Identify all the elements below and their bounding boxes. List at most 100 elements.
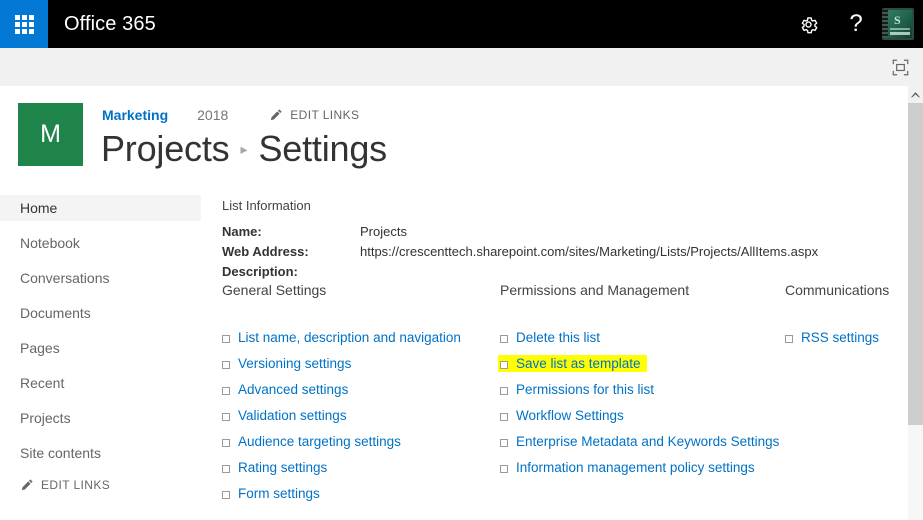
- suite-bar: Office 365 ? S: [0, 0, 923, 48]
- bullet-square-icon: [500, 360, 508, 369]
- link-list-name-description-and-navigation[interactable]: List name, description and navigation: [238, 330, 461, 345]
- help-button[interactable]: ?: [832, 0, 880, 48]
- link-versioning-settings[interactable]: Versioning settings: [238, 356, 351, 371]
- vertical-scrollbar[interactable]: [908, 86, 923, 520]
- waffle-grid-icon: [14, 14, 34, 34]
- communications-link-list: RSS settings: [785, 329, 905, 346]
- info-label-name: Name:: [222, 224, 262, 239]
- list-information-caption: List Information: [222, 198, 311, 213]
- permissions-link-list: Delete this list Save list as template P…: [498, 329, 785, 476]
- top-nav-item-2018[interactable]: 2018: [197, 107, 228, 123]
- list-item-highlighted: Save list as template: [498, 355, 647, 372]
- sidebar-item-recent[interactable]: Recent: [0, 370, 201, 396]
- sidebar-item-conversations[interactable]: Conversations: [0, 265, 201, 291]
- link-form-settings[interactable]: Form settings: [238, 486, 320, 501]
- office-brand-label[interactable]: Office 365: [64, 13, 156, 36]
- communications-heading: Communications: [785, 282, 890, 298]
- list-item: Audience targeting settings: [222, 433, 500, 450]
- avatar-text-line-1: [890, 28, 910, 30]
- top-navigation: Marketing 2018 EDIT LINKS: [102, 105, 359, 125]
- pencil-icon: [271, 109, 282, 121]
- link-audience-targeting-settings[interactable]: Audience targeting settings: [238, 434, 401, 449]
- settings-columns: General Settings List name, description …: [222, 282, 892, 511]
- breadcrumb: Projects ▸ Settings: [101, 128, 387, 170]
- focus-on-content-button[interactable]: [888, 55, 912, 79]
- sidebar-item-documents[interactable]: Documents: [0, 300, 201, 326]
- list-information-section: List Information Name: Projects Web Addr…: [222, 198, 888, 283]
- bullet-square-icon: [785, 334, 793, 343]
- permissions-and-management-heading: Permissions and Management: [500, 282, 690, 298]
- list-item: Information management policy settings: [500, 459, 785, 476]
- breadcrumb-chevron-icon: ▸: [240, 141, 248, 157]
- link-advanced-settings[interactable]: Advanced settings: [238, 382, 348, 397]
- link-rss-settings[interactable]: RSS settings: [801, 330, 879, 345]
- suite-bar-actions: ? S: [784, 0, 923, 48]
- link-rating-settings[interactable]: Rating settings: [238, 460, 327, 475]
- avatar-text-line-2: [890, 32, 910, 35]
- sidebar-item-notebook[interactable]: Notebook: [0, 230, 201, 256]
- scrollbar-track-bottom[interactable]: [908, 425, 923, 520]
- chevron-up-icon: [911, 91, 920, 97]
- edit-links-top-label: EDIT LINKS: [290, 108, 360, 122]
- list-item: Validation settings: [222, 407, 500, 424]
- list-item: Delete this list: [500, 329, 785, 346]
- avatar-initial: S: [894, 13, 901, 27]
- settings-button[interactable]: [784, 0, 832, 48]
- link-validation-settings[interactable]: Validation settings: [238, 408, 347, 423]
- sidebar-item-site-contents[interactable]: Site contents: [0, 440, 201, 466]
- list-item: Permissions for this list: [500, 381, 785, 398]
- info-value-web-address: https://crescenttech.sharepoint.com/site…: [360, 244, 819, 259]
- table-row: Web Address: https://crescenttech.sharep…: [222, 243, 818, 263]
- page-title: Settings: [258, 128, 387, 169]
- bullet-square-icon: [222, 386, 230, 395]
- bullet-square-icon: [500, 386, 508, 395]
- breadcrumb-item-projects[interactable]: Projects: [101, 128, 230, 170]
- link-information-management-policy-settings[interactable]: Information management policy settings: [516, 460, 755, 475]
- bullet-square-icon: [222, 360, 230, 369]
- link-workflow-settings[interactable]: Workflow Settings: [516, 408, 624, 423]
- link-enterprise-metadata-and-keywords-settings[interactable]: Enterprise Metadata and Keywords Setting…: [516, 434, 779, 449]
- bullet-square-icon: [500, 334, 508, 343]
- info-label-web-address: Web Address:: [222, 244, 309, 259]
- link-permissions-for-this-list[interactable]: Permissions for this list: [516, 382, 654, 397]
- app-launcher-button[interactable]: [0, 0, 48, 48]
- table-row: Name: Projects: [222, 223, 818, 243]
- general-settings-column: General Settings List name, description …: [222, 282, 500, 511]
- site-name-link[interactable]: Marketing: [102, 107, 168, 123]
- site-logo[interactable]: M: [18, 103, 83, 166]
- bullet-square-icon: [222, 490, 230, 499]
- list-item: Workflow Settings: [500, 407, 785, 424]
- bullet-square-icon: [222, 464, 230, 473]
- list-information-table: Name: Projects Web Address: https://cres…: [222, 223, 818, 283]
- list-item: List name, description and navigation: [222, 329, 500, 346]
- scrollbar-thumb[interactable]: [908, 103, 923, 425]
- scroll-up-button[interactable]: [908, 86, 923, 103]
- list-item: Versioning settings: [222, 355, 500, 372]
- page-content: M Marketing 2018 EDIT LINKS Projects ▸ S…: [0, 86, 908, 520]
- list-item: Form settings: [222, 485, 500, 502]
- list-item: Advanced settings: [222, 381, 500, 398]
- bullet-square-icon: [222, 334, 230, 343]
- ribbon-band: [0, 48, 923, 86]
- bullet-square-icon: [500, 464, 508, 473]
- communications-column: Communications RSS settings: [785, 282, 905, 511]
- link-delete-this-list[interactable]: Delete this list: [516, 330, 600, 345]
- bullet-square-icon: [500, 438, 508, 447]
- list-item: Rating settings: [222, 459, 500, 476]
- gear-icon: [801, 16, 817, 33]
- general-settings-link-list: List name, description and navigation Ve…: [222, 329, 500, 502]
- info-value-description: [360, 263, 818, 283]
- bullet-square-icon: [222, 412, 230, 421]
- link-save-list-as-template[interactable]: Save list as template: [516, 356, 641, 371]
- info-label-description: Description:: [222, 264, 298, 279]
- sidebar-item-projects[interactable]: Projects: [0, 405, 201, 431]
- edit-links-sidebar-button[interactable]: EDIT LINKS: [0, 475, 201, 495]
- focus-on-content-icon: [892, 59, 908, 75]
- sidebar-item-pages[interactable]: Pages: [0, 335, 201, 361]
- table-row: Description:: [222, 263, 818, 283]
- sidebar-item-home[interactable]: Home: [0, 195, 201, 221]
- pencil-icon: [21, 479, 33, 491]
- edit-links-top-button[interactable]: EDIT LINKS: [269, 108, 359, 122]
- list-item: Enterprise Metadata and Keywords Setting…: [500, 433, 785, 450]
- avatar[interactable]: S: [882, 8, 914, 40]
